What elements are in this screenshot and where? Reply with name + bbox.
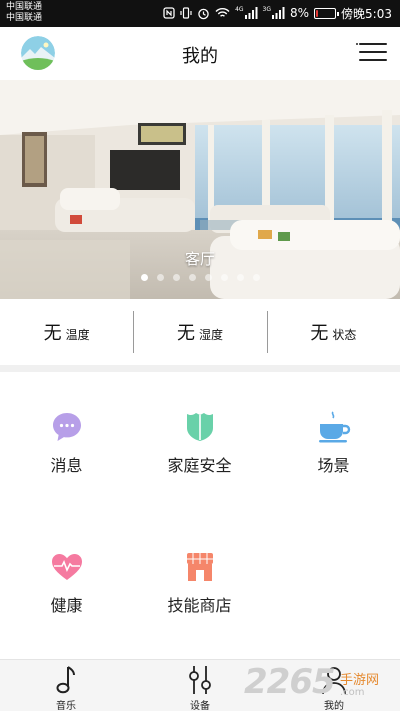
coffee-cup-icon: [318, 411, 350, 443]
sensor-readings: 无 温度 无 湿度 无 状态: [0, 307, 400, 357]
menu-button[interactable]: [356, 40, 387, 64]
watermark-text: 手游网: [340, 673, 380, 688]
alarm-icon: [198, 8, 209, 19]
battery-percent: 8%: [290, 6, 310, 20]
heart-pulse-icon: [51, 554, 82, 580]
reading-value: 无: [176, 323, 195, 344]
grid-item-scenes[interactable]: 场景: [267, 410, 400, 476]
music-note-icon: [56, 666, 75, 694]
watermark-number: 2265: [244, 662, 336, 702]
reading-label: 温度: [65, 327, 90, 342]
tab-devices[interactable]: 设备: [160, 660, 240, 711]
grid-label: 家庭安全: [167, 456, 232, 475]
carousel-dot[interactable]: [220, 274, 228, 281]
signal-icon: [244, 7, 258, 19]
sliders-icon: [189, 666, 211, 694]
menu-icon-line: [359, 59, 387, 61]
carousel-dot[interactable]: [172, 274, 180, 281]
watermark: 2265 手游网 .com: [244, 662, 394, 706]
reading-label: 湿度: [198, 327, 223, 342]
grid-item-health[interactable]: 健康: [0, 550, 133, 616]
carousel-dot[interactable]: [204, 274, 212, 281]
carousel-dot[interactable]: [140, 274, 148, 281]
reading-temperature: 无 温度: [0, 307, 133, 357]
reading-status: 无 状态: [266, 307, 400, 357]
nfc-icon: [163, 7, 175, 19]
wifi-icon: [215, 8, 230, 17]
carrier-2: 中国联通: [6, 13, 43, 23]
menu-icon-line: [356, 43, 358, 45]
battery-level: [316, 9, 319, 17]
tab-music[interactable]: 音乐: [26, 660, 106, 711]
network-1: 4G: [235, 5, 244, 13]
signal-icon: [272, 7, 285, 19]
section-divider: [0, 365, 400, 372]
vibrate-icon: [180, 7, 192, 19]
reading-value: 无: [43, 323, 62, 344]
tab-label: 设备: [190, 701, 210, 711]
reading-humidity: 无 湿度: [133, 307, 266, 357]
store-icon: [186, 553, 213, 581]
grid-item-skill-store[interactable]: 技能商店: [133, 550, 266, 616]
status-bar: 中国联通 中国联通 4G 3G 8% 傍晚5:03: [0, 0, 400, 27]
banner-caption: 客厅: [184, 250, 215, 268]
grid-label: 场景: [317, 456, 350, 475]
grid-label: 技能商店: [167, 596, 232, 615]
carousel-dots[interactable]: [0, 274, 400, 281]
carrier-info: 中国联通 中国联通: [6, 2, 42, 24]
reading-value: 无: [310, 323, 329, 344]
grid-item-home-security[interactable]: 家庭安全: [133, 410, 266, 476]
shield-icon: [186, 413, 213, 441]
app-header: 我的: [0, 27, 400, 80]
status-icons: 4G 3G 8% 傍晚5:03: [163, 4, 392, 22]
network-2: 3G: [262, 5, 271, 13]
carousel-dot[interactable]: [252, 274, 260, 281]
reading-label: 状态: [332, 327, 357, 342]
feature-grid: 消息 家庭安全 场景 健康 技能商店: [0, 372, 400, 659]
carousel-dot[interactable]: [188, 274, 196, 281]
carrier-1: 中国联通: [6, 2, 43, 12]
grid-label: 健康: [50, 596, 83, 615]
watermark-url: .com: [340, 687, 365, 698]
menu-icon-line: [359, 51, 387, 53]
tab-label: 音乐: [56, 701, 76, 711]
carousel-dot[interactable]: [156, 274, 164, 281]
carousel-dot[interactable]: [236, 274, 244, 281]
status-time: 傍晚5:03: [341, 6, 392, 21]
room-banner[interactable]: 客厅: [0, 80, 400, 299]
grid-label: 消息: [50, 456, 83, 475]
battery-icon: [314, 7, 340, 19]
grid-item-messages[interactable]: 消息: [0, 410, 133, 476]
menu-icon-line: [359, 43, 387, 45]
chat-bubble-icon: [52, 413, 81, 441]
page-title: 我的: [182, 46, 218, 67]
